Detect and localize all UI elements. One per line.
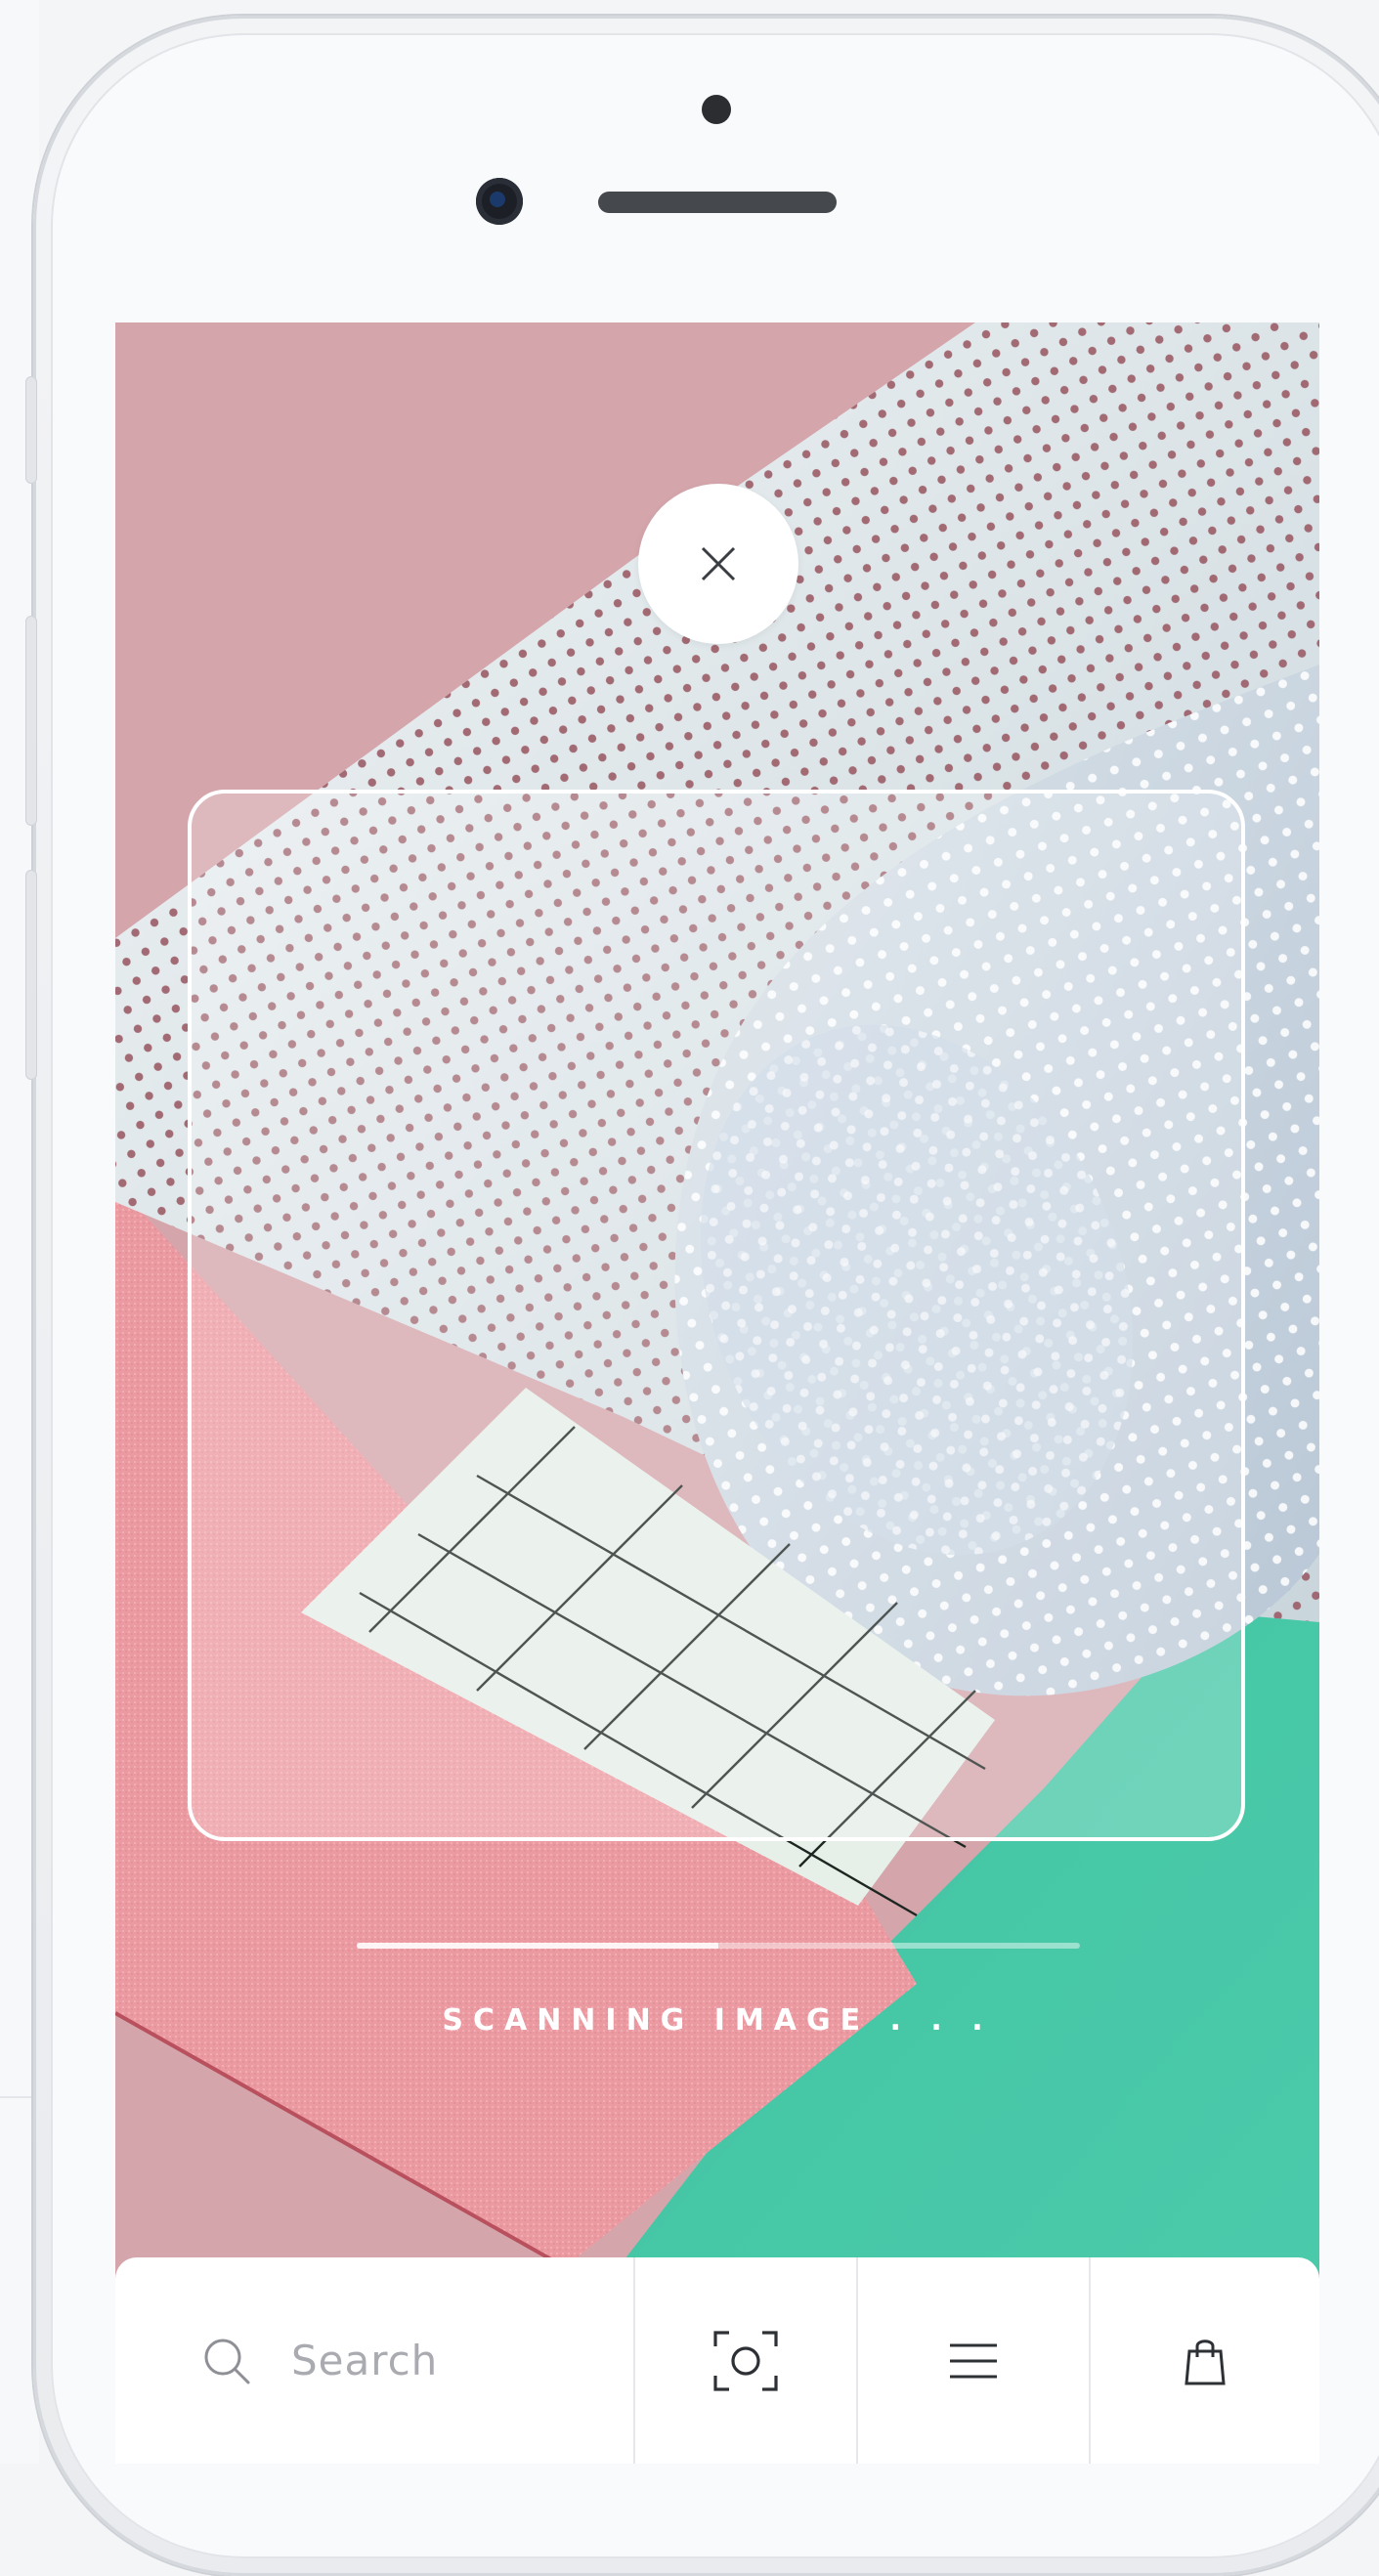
front-camera <box>476 178 523 225</box>
scan-frame <box>188 790 1245 1841</box>
search-bar[interactable]: Search <box>115 2257 633 2464</box>
scan-progress-fill <box>357 1943 718 1949</box>
close-button[interactable] <box>638 484 798 644</box>
shopping-bag-icon <box>1185 2339 1226 2384</box>
close-icon <box>701 546 736 581</box>
scan-status-text: SCANNING IMAGE . . . <box>442 2003 993 2038</box>
phone-screen: SCANNING IMAGE . . . Search <box>115 322 1319 2464</box>
scan-icon <box>713 2330 778 2391</box>
bottom-toolbar: Search <box>115 2257 1319 2464</box>
proximity-sensor <box>702 95 731 124</box>
search-input[interactable]: Search <box>291 2337 438 2384</box>
shopping-bag-button[interactable] <box>1089 2257 1319 2464</box>
scan-progress-bar <box>357 1943 1080 1949</box>
menu-button[interactable] <box>856 2257 1089 2464</box>
mute-switch <box>25 376 37 484</box>
earpiece-speaker <box>598 192 837 213</box>
volume-up-button <box>25 616 37 826</box>
volume-down-button <box>25 870 37 1080</box>
menu-icon <box>950 2343 997 2378</box>
visual-search-button[interactable] <box>633 2257 856 2464</box>
search-icon <box>204 2339 250 2383</box>
